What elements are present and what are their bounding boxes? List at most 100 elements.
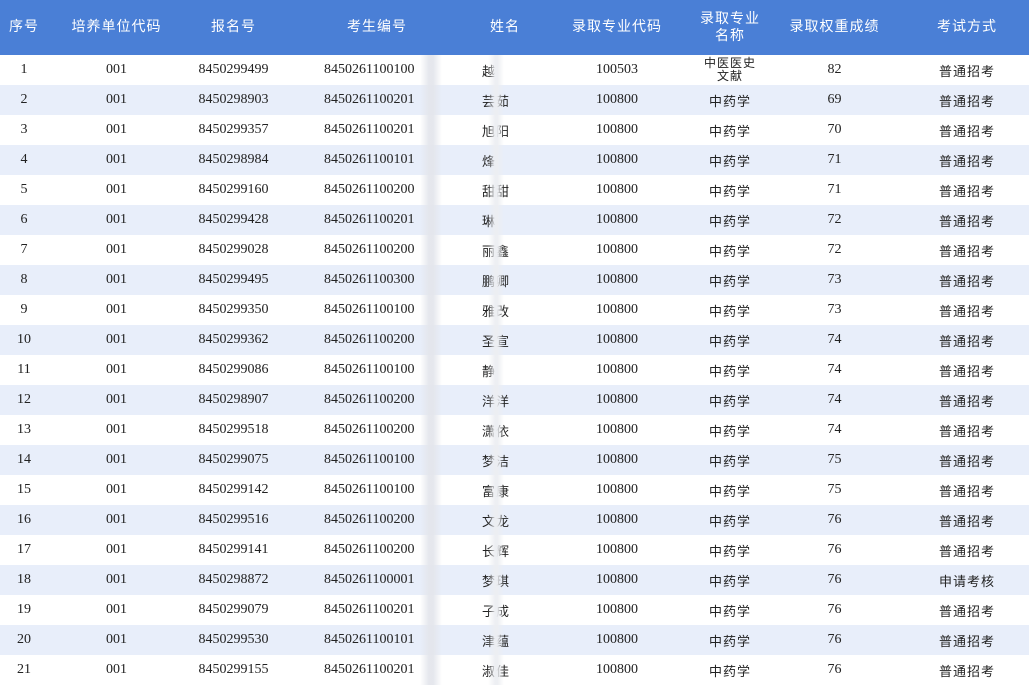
cell-major-code: 100800 <box>538 325 696 355</box>
cell-score: 76 <box>764 655 905 685</box>
cell-major-code: 100800 <box>538 475 696 505</box>
cell-exam-no: 8450261100200 <box>282 325 472 355</box>
cell-index: 8 <box>0 265 48 295</box>
cell-unit-code: 001 <box>48 205 185 235</box>
cell-unit-code: 001 <box>48 385 185 415</box>
table-body: 1 001 8450299499 8450261100100 越 100503 中医医史 文献… <box>0 55 1029 685</box>
cell-name: 梦洁 <box>472 445 538 475</box>
cell-index: 14 <box>0 445 48 475</box>
cell-registration-no: 8450299428 <box>185 205 282 235</box>
cell-major-name: 中药学 <box>696 505 764 535</box>
table-row: 13 001 8450299518 8450261100200 潇依 100800 中药学 7… <box>0 415 1029 445</box>
cell-score: 76 <box>764 565 905 595</box>
cell-major-code: 100800 <box>538 235 696 265</box>
cell-major-name: 中药学 <box>696 415 764 445</box>
cell-exam-method: 普通招考 <box>905 205 1029 235</box>
cell-exam-no: 8450261100201 <box>282 205 472 235</box>
col-header-exam-method: 考试方式 <box>905 0 1029 55</box>
cell-score: 71 <box>764 145 905 175</box>
cell-major-name: 中医医史 文献 <box>696 55 764 85</box>
cell-major-name: 中药学 <box>696 445 764 475</box>
col-header-score: 录取权重成绩 <box>764 0 905 55</box>
cell-exam-method: 申请考核 <box>905 565 1029 595</box>
cell-major-name: 中药学 <box>696 205 764 235</box>
cell-major-code: 100800 <box>538 595 696 625</box>
cell-major-code: 100800 <box>538 385 696 415</box>
cell-major-code: 100800 <box>538 565 696 595</box>
table-row: 4 001 8450298984 8450261100101 烽 100800 中药学 71 普… <box>0 145 1029 175</box>
table-row: 9 001 8450299350 8450261100100 雅改 100800 中药学 73… <box>0 295 1029 325</box>
cell-score: 72 <box>764 235 905 265</box>
cell-exam-method: 普通招考 <box>905 385 1029 415</box>
cell-name: 淑佳 <box>472 655 538 685</box>
table-row: 19 001 8450299079 8450261100201 子成 100800 中药学 7… <box>0 595 1029 625</box>
cell-index: 18 <box>0 565 48 595</box>
cell-exam-no: 8450261100201 <box>282 85 472 115</box>
cell-registration-no: 8450298872 <box>185 565 282 595</box>
cell-score: 71 <box>764 175 905 205</box>
cell-name: 圣宣 <box>472 325 538 355</box>
cell-major-code: 100800 <box>538 175 696 205</box>
col-header-name: 姓名 <box>472 0 538 55</box>
cell-exam-method: 普通招考 <box>905 265 1029 295</box>
cell-unit-code: 001 <box>48 55 185 85</box>
cell-major-code: 100800 <box>538 625 696 655</box>
cell-unit-code: 001 <box>48 355 185 385</box>
table-row: 14 001 8450299075 8450261100100 梦洁 100800 中药学 7… <box>0 445 1029 475</box>
cell-score: 74 <box>764 415 905 445</box>
cell-major-code: 100800 <box>538 295 696 325</box>
cell-registration-no: 8450299155 <box>185 655 282 685</box>
cell-unit-code: 001 <box>48 445 185 475</box>
cell-registration-no: 8450299142 <box>185 475 282 505</box>
cell-exam-no: 8450261100200 <box>282 235 472 265</box>
cell-name: 雅改 <box>472 295 538 325</box>
col-header-unit-code: 培养单位代码 <box>48 0 185 55</box>
cell-score: 76 <box>764 595 905 625</box>
cell-unit-code: 001 <box>48 565 185 595</box>
cell-score: 76 <box>764 535 905 565</box>
table-row: 21 001 8450299155 8450261100201 淑佳 100800 中药学 7… <box>0 655 1029 685</box>
cell-exam-no: 8450261100100 <box>282 55 472 85</box>
cell-registration-no: 8450298907 <box>185 385 282 415</box>
cell-registration-no: 8450299028 <box>185 235 282 265</box>
cell-index: 4 <box>0 145 48 175</box>
cell-score: 82 <box>764 55 905 85</box>
cell-index: 11 <box>0 355 48 385</box>
cell-major-code: 100800 <box>538 145 696 175</box>
cell-major-name: 中药学 <box>696 475 764 505</box>
cell-exam-no: 8450261100100 <box>282 475 472 505</box>
cell-unit-code: 001 <box>48 235 185 265</box>
admission-table: 序号 培养单位代码 报名号 考生编号 姓名 录取专业代码 录取专业 名称 录取权重成绩 考试方式 … <box>0 0 1029 685</box>
cell-exam-method: 普通招考 <box>905 415 1029 445</box>
cell-unit-code: 001 <box>48 265 185 295</box>
cell-name: 富康 <box>472 475 538 505</box>
cell-exam-method: 普通招考 <box>905 355 1029 385</box>
cell-exam-method: 普通招考 <box>905 595 1029 625</box>
cell-major-name: 中药学 <box>696 355 764 385</box>
cell-score: 74 <box>764 325 905 355</box>
table-row: 12 001 8450298907 8450261100200 洋洋 100800 中药学 7… <box>0 385 1029 415</box>
cell-major-name: 中药学 <box>696 295 764 325</box>
cell-unit-code: 001 <box>48 115 185 145</box>
cell-registration-no: 8450299495 <box>185 265 282 295</box>
cell-name: 文龙 <box>472 505 538 535</box>
cell-score: 73 <box>764 265 905 295</box>
cell-registration-no: 8450298984 <box>185 145 282 175</box>
cell-major-name: 中药学 <box>696 565 764 595</box>
cell-registration-no: 8450299530 <box>185 625 282 655</box>
cell-major-code: 100800 <box>538 505 696 535</box>
cell-index: 15 <box>0 475 48 505</box>
cell-major-code: 100800 <box>538 265 696 295</box>
table-row: 16 001 8450299516 8450261100200 文龙 100800 中药学 7… <box>0 505 1029 535</box>
cell-unit-code: 001 <box>48 295 185 325</box>
cell-exam-no: 8450261100201 <box>282 595 472 625</box>
cell-exam-no: 8450261100200 <box>282 175 472 205</box>
admission-list: 序号 培养单位代码 报名号 考生编号 姓名 录取专业代码 录取专业 名称 录取权重成绩 考试方式 … <box>0 0 1029 691</box>
cell-index: 2 <box>0 85 48 115</box>
table-row: 3 001 8450299357 8450261100201 旭阳 100800 中药学 70… <box>0 115 1029 145</box>
cell-index: 5 <box>0 175 48 205</box>
cell-major-code: 100800 <box>538 115 696 145</box>
cell-exam-method: 普通招考 <box>905 445 1029 475</box>
table-row: 8 001 8450299495 8450261100300 鹏卿 100800 中药学 73… <box>0 265 1029 295</box>
cell-major-code: 100800 <box>538 205 696 235</box>
